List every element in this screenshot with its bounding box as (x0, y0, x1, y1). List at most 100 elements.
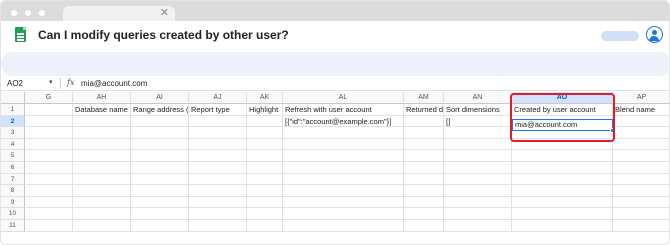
row-header-2[interactable]: 2 (1, 115, 25, 128)
row-header-3[interactable]: 3 (1, 127, 25, 139)
name-box[interactable]: AO2 (7, 79, 23, 88)
window-dot-maximize[interactable] (39, 10, 45, 16)
row-header-6[interactable]: 6 (1, 162, 25, 174)
cell-g4[interactable] (25, 138, 73, 151)
column-header-ap[interactable]: AP (613, 92, 669, 104)
cell-al7[interactable] (283, 173, 404, 186)
account-circle-icon[interactable] (646, 26, 663, 43)
cell-an9[interactable] (444, 196, 512, 209)
cell-an4[interactable] (444, 138, 512, 151)
row-header-9[interactable]: 9 (1, 196, 25, 209)
cell-ak2[interactable] (247, 115, 283, 128)
column-header-ah[interactable]: AH (73, 92, 131, 104)
row-header-10[interactable]: 10 (1, 208, 25, 220)
cell-al8[interactable] (283, 185, 404, 197)
cell-ah4[interactable] (73, 138, 131, 151)
column-header-am[interactable]: AM (404, 92, 444, 104)
cell-ai3[interactable] (131, 127, 189, 139)
cell-ah2[interactable] (73, 115, 131, 128)
cell-aj5[interactable] (189, 150, 247, 162)
row-header-8[interactable]: 8 (1, 185, 25, 197)
cell-am4[interactable] (404, 138, 444, 151)
cell-ap4[interactable] (613, 139, 669, 151)
cell-am2[interactable] (404, 115, 444, 128)
cell-ak11[interactable] (247, 220, 283, 232)
cell-am5[interactable] (404, 150, 444, 162)
cell-ap10[interactable] (613, 208, 669, 220)
cell-ap2[interactable] (613, 116, 669, 128)
cell-an10[interactable] (444, 208, 512, 220)
column-header-aj[interactable]: AJ (189, 92, 247, 104)
cell-ao5[interactable] (512, 150, 613, 162)
cell-aj3[interactable] (189, 127, 247, 139)
cell-al2[interactable]: [{"id":"account@example.com"}] (283, 115, 404, 128)
cell-g2[interactable] (25, 115, 73, 128)
cell-al11[interactable] (283, 220, 404, 232)
cell-an8[interactable] (444, 185, 512, 197)
cell-ap7[interactable] (613, 174, 669, 186)
cell-ap5[interactable] (613, 150, 669, 162)
cell-ap6[interactable] (613, 162, 669, 174)
column-header-ai[interactable]: AI (131, 92, 189, 104)
cell-ak10[interactable] (247, 208, 283, 220)
cell-ah9[interactable] (73, 196, 131, 209)
cell-ap1[interactable]: Blend name (613, 104, 669, 116)
cell-al1[interactable]: Refresh with user account (283, 104, 404, 116)
cell-aj8[interactable] (189, 185, 247, 197)
cell-g11[interactable] (25, 220, 73, 232)
cell-aj2[interactable] (189, 115, 247, 128)
cell-ak9[interactable] (247, 196, 283, 209)
cell-g1[interactable] (25, 104, 73, 116)
cell-al5[interactable] (283, 150, 404, 162)
cell-ai5[interactable] (131, 150, 189, 162)
cell-al9[interactable] (283, 196, 404, 209)
cell-ah8[interactable] (73, 185, 131, 197)
cell-al3[interactable] (283, 127, 404, 139)
cell-ah3[interactable] (73, 127, 131, 139)
share-button[interactable] (601, 31, 639, 41)
cell-an1[interactable]: Sort dimensions (444, 104, 512, 116)
cell-ah6[interactable] (73, 162, 131, 174)
cell-ak3[interactable] (247, 127, 283, 139)
cell-ak5[interactable] (247, 150, 283, 162)
cell-ao10[interactable] (512, 208, 613, 220)
cell-am1[interactable]: Returned da (404, 104, 444, 116)
cell-ai6[interactable] (131, 162, 189, 174)
cell-ah7[interactable] (73, 173, 131, 186)
cell-an5[interactable] (444, 150, 512, 162)
cell-ah5[interactable] (73, 150, 131, 162)
cell-ah1[interactable]: Database name (73, 104, 131, 116)
cell-ak6[interactable] (247, 162, 283, 174)
cell-aj10[interactable] (189, 208, 247, 220)
select-all-corner[interactable] (1, 92, 25, 104)
row-header-1[interactable]: 1 (1, 104, 25, 116)
formula-input[interactable]: mia@account.com (81, 79, 147, 88)
cell-ap8[interactable] (613, 185, 669, 197)
cell-g6[interactable] (25, 162, 73, 174)
cell-al4[interactable] (283, 138, 404, 151)
cell-an6[interactable] (444, 162, 512, 174)
cell-g7[interactable] (25, 173, 73, 186)
cell-ao9[interactable] (512, 196, 613, 209)
column-header-al[interactable]: AL (283, 92, 404, 104)
cell-ao8[interactable] (512, 185, 613, 197)
cell-ai4[interactable] (131, 138, 189, 151)
cell-an3[interactable] (444, 127, 512, 139)
cell-am8[interactable] (404, 185, 444, 197)
cell-ai8[interactable] (131, 185, 189, 197)
cell-aj4[interactable] (189, 138, 247, 151)
tab-close-icon[interactable]: ✕ (160, 6, 169, 21)
cell-ak7[interactable] (247, 173, 283, 186)
cell-ap3[interactable] (613, 127, 669, 139)
cell-g10[interactable] (25, 208, 73, 220)
row-header-7[interactable]: 7 (1, 173, 25, 186)
browser-tab[interactable]: ✕ (63, 6, 175, 21)
cell-ai7[interactable] (131, 173, 189, 186)
cell-ao11[interactable] (512, 220, 613, 232)
cell-an2[interactable]: [] (444, 115, 512, 128)
cell-al10[interactable] (283, 208, 404, 220)
row-header-5[interactable]: 5 (1, 150, 25, 162)
cell-aj6[interactable] (189, 162, 247, 174)
cell-ah10[interactable] (73, 208, 131, 220)
cell-am9[interactable] (404, 196, 444, 209)
